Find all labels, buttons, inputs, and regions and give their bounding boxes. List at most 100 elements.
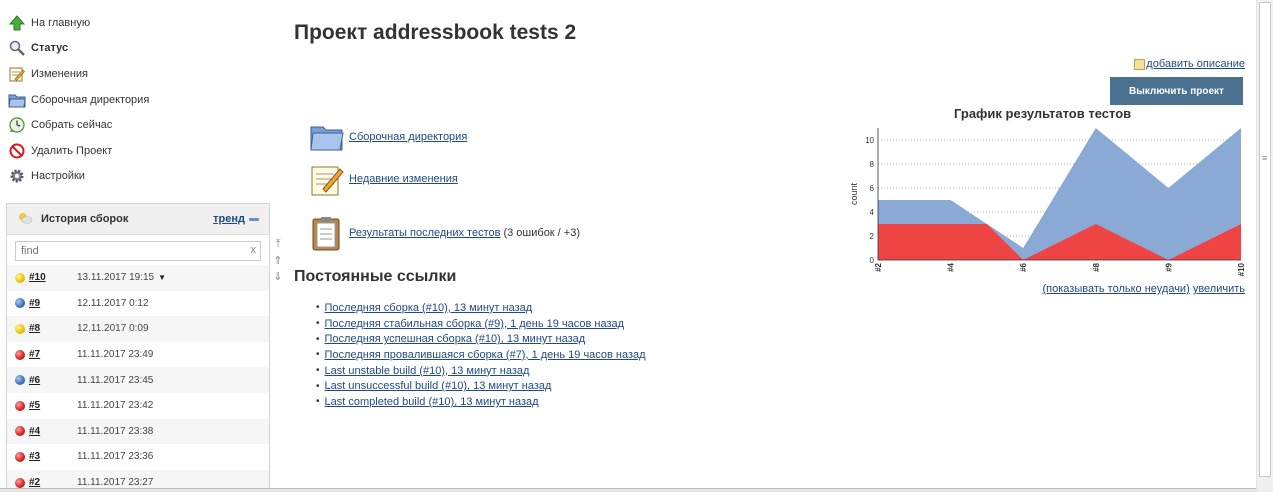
task-search[interactable]: Статус: [8, 36, 248, 62]
build-date: 12.11.2017 0:12: [77, 297, 149, 309]
permalink-item: Last unstable build (#10), 13 минут наза…: [316, 363, 646, 379]
scrollbar-grip-icon: ≡: [1262, 153, 1268, 163]
build-status-icon: [15, 451, 25, 462]
permalink-link[interactable]: Last unstable build (#10), 13 минут наза…: [325, 365, 530, 377]
build-list: #10 13.11.2017 19:15 ▼ #9 12.11.2017 0:12 #8 1…: [7, 265, 269, 492]
clear-find-button[interactable]: x: [251, 244, 257, 256]
y-axis-label: count: [849, 182, 859, 205]
test-results-chart[interactable]: 0246810#2 #4 #6 #8 #9 #10count: [845, 120, 1250, 280]
build-status-icon: [15, 272, 25, 283]
x-tick-label: #10: [1237, 262, 1246, 276]
task-label[interactable]: Сборочная директория: [31, 94, 149, 106]
folder-icon: [309, 119, 345, 155]
y-tick-label: 6: [870, 184, 875, 193]
chart-links: (показывать только неудачи) увеличить: [1043, 283, 1246, 295]
build-row: #9 12.11.2017 0:12: [7, 291, 269, 317]
build-menu-caret-icon[interactable]: ▼: [158, 273, 166, 282]
task-label[interactable]: Изменения: [31, 68, 88, 80]
task-notepad[interactable]: Изменения: [8, 61, 248, 87]
build-row: #3 11.11.2017 23:36: [7, 444, 269, 470]
build-status-icon: [15, 400, 25, 411]
build-number-link[interactable]: #7: [29, 349, 77, 360]
task-up-arrow[interactable]: На главную: [8, 10, 248, 36]
permalink-item: Last completed build (#10), 13 минут наз…: [316, 394, 646, 410]
recent-changes-link[interactable]: Недавние изменения: [349, 173, 458, 185]
x-tick-label: #9: [1164, 262, 1173, 271]
page-scrollbar[interactable]: ≡: [1256, 0, 1273, 492]
y-tick-label: 10: [865, 136, 874, 145]
build-date: 11.11.2017 23:27: [77, 477, 154, 489]
permalink-link[interactable]: Last unsuccessful build (#10), 13 минут …: [325, 380, 552, 392]
test-results-entry: Результаты последних тестов (3 ошибок / …: [309, 215, 580, 251]
build-status-icon: [15, 323, 25, 334]
task-list: На главную Статус Изменения Сборочная дирек…: [8, 10, 248, 189]
trend-link[interactable]: тренд: [213, 213, 259, 225]
find-field: x: [15, 241, 261, 261]
workspace-entry: Сборочная директория: [309, 119, 467, 155]
build-number-link[interactable]: #2: [29, 477, 77, 488]
enlarge-link[interactable]: увеличить: [1193, 283, 1245, 295]
build-number-link[interactable]: #6: [29, 375, 77, 386]
permalink-link[interactable]: Last completed build (#10), 13 минут наз…: [325, 396, 539, 408]
y-tick-label: 4: [870, 208, 875, 217]
bottom-bar: [0, 488, 1256, 492]
scrollbar-thumb[interactable]: [1259, 2, 1271, 477]
task-label[interactable]: Настройки: [31, 170, 85, 182]
task-no-entry[interactable]: Удалить Проект: [8, 138, 248, 164]
task-label[interactable]: На главную: [31, 17, 90, 29]
scroll-up-icon[interactable]: ⇑: [272, 254, 284, 270]
permalink-link[interactable]: Последняя успешная сборка (#10), 13 мину…: [325, 333, 586, 345]
scroll-down-icon[interactable]: ⇓: [272, 270, 284, 286]
permalink-item: Последняя стабильная сборка (#9), 1 день…: [316, 316, 646, 332]
add-description-link[interactable]: добавить описание: [1146, 58, 1245, 70]
build-date: 11.11.2017 23:45: [77, 374, 154, 386]
weather-icon: [17, 211, 33, 228]
task-label[interactable]: Собрать сейчас: [31, 119, 112, 131]
build-row: #10 13.11.2017 19:15 ▼: [7, 265, 269, 291]
permalink-link[interactable]: Последняя стабильная сборка (#9), 1 день…: [325, 318, 625, 330]
history-scroll-controls: ⤒ ⇑ ⇓: [272, 238, 284, 286]
workspace-link[interactable]: Сборочная директория: [349, 131, 467, 143]
clipboard-icon: [309, 215, 345, 251]
permalink-item: Последняя сборка (#10), 13 минут назад: [316, 300, 646, 316]
build-date: 11.11.2017 23:49: [77, 349, 154, 361]
test-results-link[interactable]: Результаты последних тестов: [349, 227, 500, 239]
scroll-top-icon[interactable]: ⤒: [272, 238, 284, 254]
task-label[interactable]: Статус: [31, 42, 68, 54]
build-number-link[interactable]: #10: [29, 272, 77, 283]
permalinks-list: Последняя сборка (#10), 13 минут назад По…: [316, 300, 646, 410]
task-clock[interactable]: Собрать сейчас: [8, 112, 248, 138]
build-row: #5 11.11.2017 23:42: [7, 393, 269, 419]
build-number-link[interactable]: #4: [29, 426, 77, 437]
build-status-icon: [15, 426, 25, 437]
build-status-icon: [15, 375, 25, 386]
x-tick-label: #2: [874, 262, 883, 271]
recent-changes-entry: Недавние изменения: [309, 161, 458, 197]
x-tick-label: #8: [1092, 262, 1101, 271]
clock-icon: [8, 116, 26, 134]
task-folder[interactable]: Сборочная директория: [8, 87, 248, 113]
x-tick-label: #4: [947, 262, 956, 271]
task-gear[interactable]: Настройки: [8, 164, 248, 190]
build-status-icon: [15, 349, 25, 360]
build-date: 11.11.2017 23:42: [77, 400, 154, 412]
build-number-link[interactable]: #8: [29, 323, 77, 334]
build-number-link[interactable]: #3: [29, 451, 77, 462]
build-status-icon: [15, 298, 25, 309]
show-failures-only-link[interactable]: (показывать только неудачи): [1043, 283, 1190, 295]
build-date: 12.11.2017 0:09: [77, 323, 149, 335]
build-row: #8 12.11.2017 0:09: [7, 316, 269, 342]
disable-project-button[interactable]: Выключить проект: [1110, 77, 1243, 105]
chart-title: График результатов тестов: [954, 106, 1132, 121]
add-description[interactable]: добавить описание: [1134, 58, 1245, 70]
permalink-link[interactable]: Последняя провалившаяся сборка (#7), 1 д…: [325, 349, 646, 361]
permalink-link[interactable]: Последняя сборка (#10), 13 минут назад: [325, 302, 533, 314]
find-input[interactable]: [16, 242, 260, 260]
build-number-link[interactable]: #5: [29, 400, 77, 411]
page-title: Проект addressbook tests 2: [294, 21, 577, 44]
build-row: #7 11.11.2017 23:49: [7, 342, 269, 368]
task-label[interactable]: Удалить Проект: [31, 145, 112, 157]
notepad-icon: [309, 161, 345, 197]
build-history-header: История сборок тренд: [7, 204, 269, 235]
build-number-link[interactable]: #9: [29, 298, 77, 309]
